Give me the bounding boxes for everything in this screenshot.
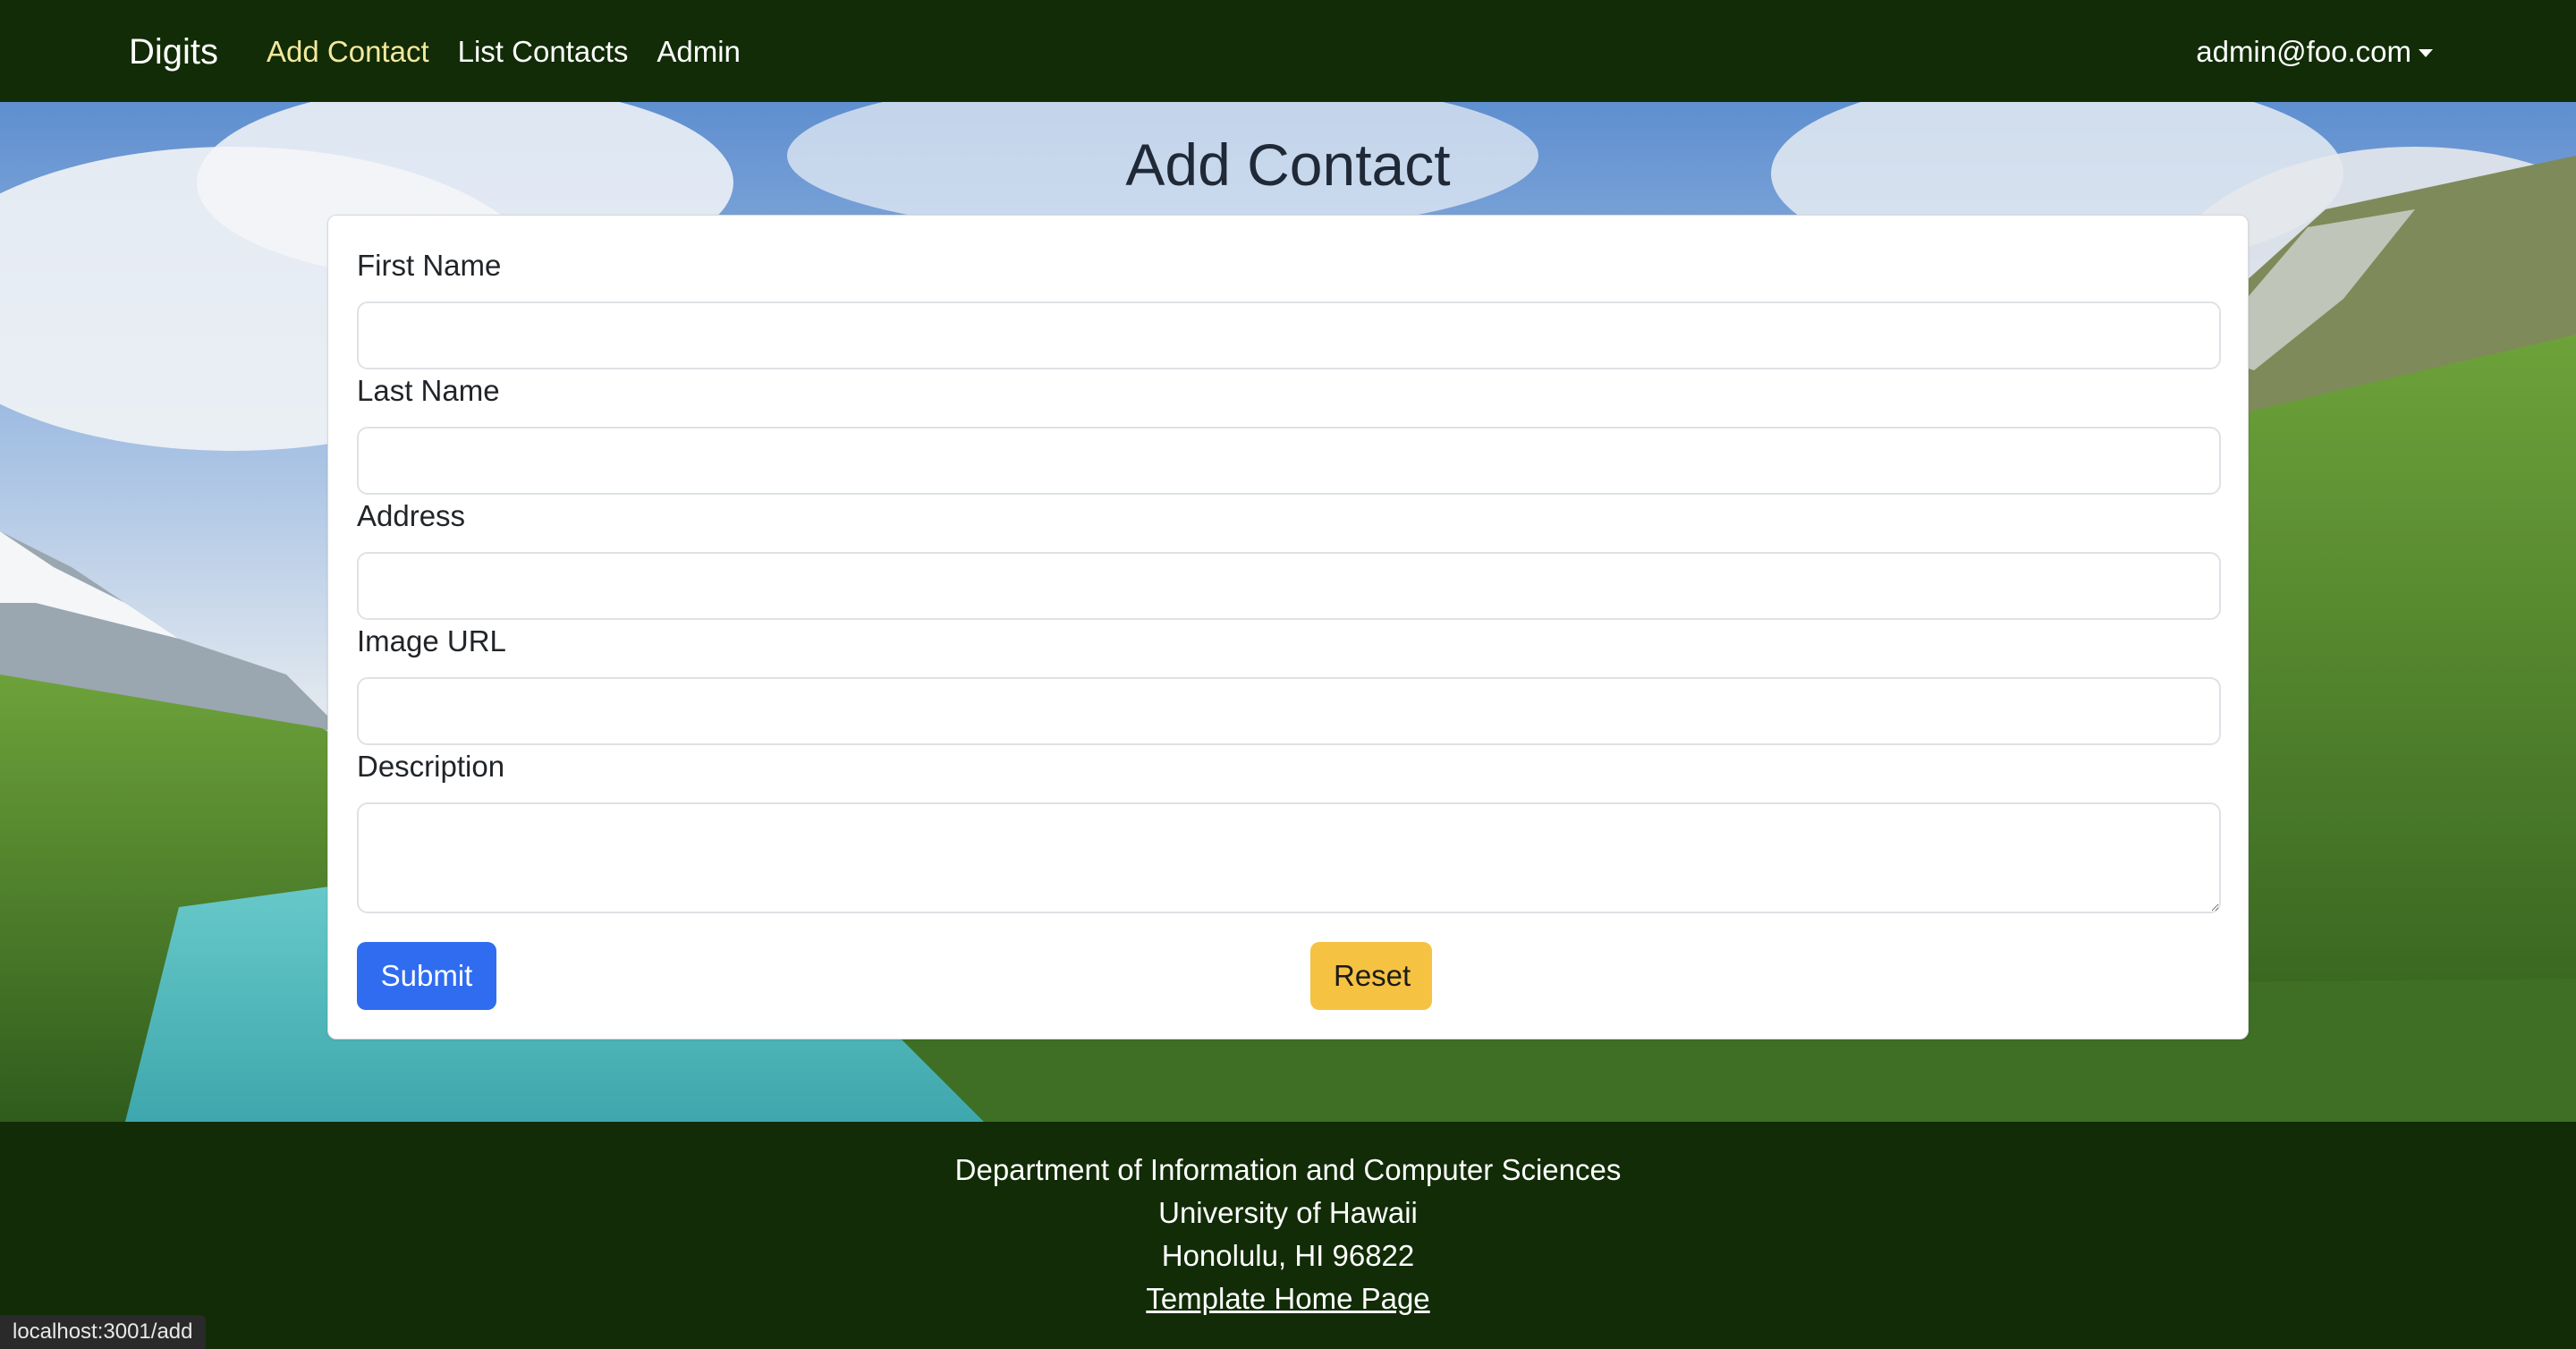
user-dropdown[interactable]: admin@foo.com <box>2196 27 2433 77</box>
add-contact-form-card: First Name Last Name Address Image URL D… <box>327 215 2249 1039</box>
address-label: Address <box>357 499 466 532</box>
footer: Department of Information and Computer S… <box>0 1122 2576 1349</box>
footer-address: Honolulu, HI 96822 <box>1161 1239 1415 1272</box>
footer-university: University of Hawaii <box>1158 1196 1418 1229</box>
description-textarea[interactable] <box>357 802 2221 913</box>
nav-link-add-contact[interactable]: Add Contact <box>267 27 429 77</box>
chevron-down-icon <box>2419 48 2433 57</box>
template-home-page-link[interactable]: Template Home Page <box>1146 1282 1429 1315</box>
footer-text-block: Department of Information and Computer S… <box>0 1149 2576 1320</box>
address-input[interactable] <box>357 552 2221 620</box>
user-email: admin@foo.com <box>2196 35 2411 68</box>
browser-status-bar: localhost:3001/add <box>0 1315 206 1349</box>
last-name-label: Last Name <box>357 374 500 407</box>
nav-link-admin[interactable]: Admin <box>657 27 741 77</box>
brand-link[interactable]: Digits <box>129 27 218 77</box>
footer-department: Department of Information and Computer S… <box>954 1153 1622 1186</box>
submit-button[interactable]: Submit <box>357 942 496 1010</box>
image-url-label: Image URL <box>357 624 506 658</box>
first-name-label: First Name <box>357 249 502 282</box>
last-name-input[interactable] <box>357 427 2221 495</box>
page-title: Add Contact <box>1125 132 1451 198</box>
nav-link-list-contacts[interactable]: List Contacts <box>458 27 629 77</box>
image-url-input[interactable] <box>357 677 2221 745</box>
description-label: Description <box>357 750 505 783</box>
top-navbar: Digits Add Contact List Contacts Admin a… <box>0 0 2576 102</box>
reset-button[interactable]: Reset <box>1310 942 1432 1010</box>
nav-links: Add Contact List Contacts Admin <box>267 27 741 77</box>
first-name-input[interactable] <box>357 301 2221 369</box>
